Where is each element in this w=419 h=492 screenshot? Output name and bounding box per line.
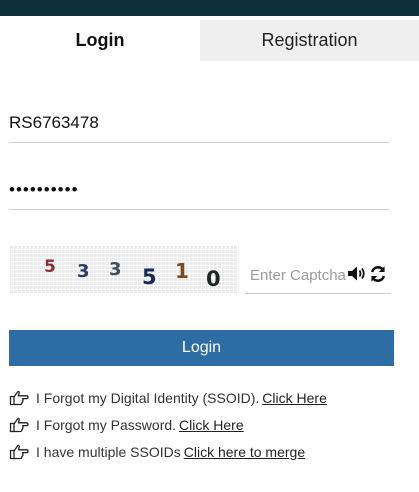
captcha-digit: 5 bbox=[142, 265, 157, 289]
hand-point-right-icon bbox=[9, 390, 29, 406]
captcha-input[interactable] bbox=[248, 256, 352, 294]
help-text: I Forgot my Password. bbox=[36, 417, 177, 433]
merge-ssoid-link[interactable]: Click here to merge bbox=[184, 444, 305, 460]
password-field bbox=[9, 173, 389, 210]
captcha-image: 5 3 3 5 1 0 bbox=[9, 245, 239, 294]
forgot-ssoid-line: I Forgot my Digital Identity (SSOID). Cl… bbox=[9, 387, 327, 409]
hand-point-right-icon bbox=[9, 444, 29, 460]
login-tabs: Login Registration bbox=[0, 20, 419, 61]
captcha-digit: 3 bbox=[77, 261, 90, 282]
help-text: I Forgot my Digital Identity (SSOID). bbox=[36, 390, 260, 406]
ssoid-input[interactable] bbox=[9, 106, 389, 140]
speaker-icon[interactable] bbox=[347, 265, 367, 282]
captcha-field bbox=[245, 256, 391, 294]
forgot-ssoid-link[interactable]: Click Here bbox=[262, 390, 327, 406]
forgot-password-link[interactable]: Click Here bbox=[179, 417, 244, 433]
tab-registration[interactable]: Registration bbox=[200, 20, 419, 61]
captcha-digit: 0 bbox=[206, 267, 221, 291]
refresh-icon[interactable] bbox=[369, 265, 387, 283]
captcha-digit: 1 bbox=[175, 259, 189, 283]
login-button[interactable]: Login bbox=[9, 330, 394, 366]
password-input[interactable] bbox=[9, 173, 389, 207]
hand-point-right-icon bbox=[9, 417, 29, 433]
captcha-digit: 5 bbox=[44, 257, 56, 277]
merge-ssoid-line: I have multiple SSOIDs Click here to mer… bbox=[9, 441, 305, 463]
ssoid-field bbox=[9, 106, 389, 143]
tab-login[interactable]: Login bbox=[0, 20, 200, 61]
forgot-password-line: I Forgot my Password. Click Here bbox=[9, 414, 244, 436]
top-bar bbox=[0, 0, 419, 16]
captcha-digit: 3 bbox=[109, 259, 122, 280]
help-text: I have multiple SSOIDs bbox=[36, 444, 181, 460]
